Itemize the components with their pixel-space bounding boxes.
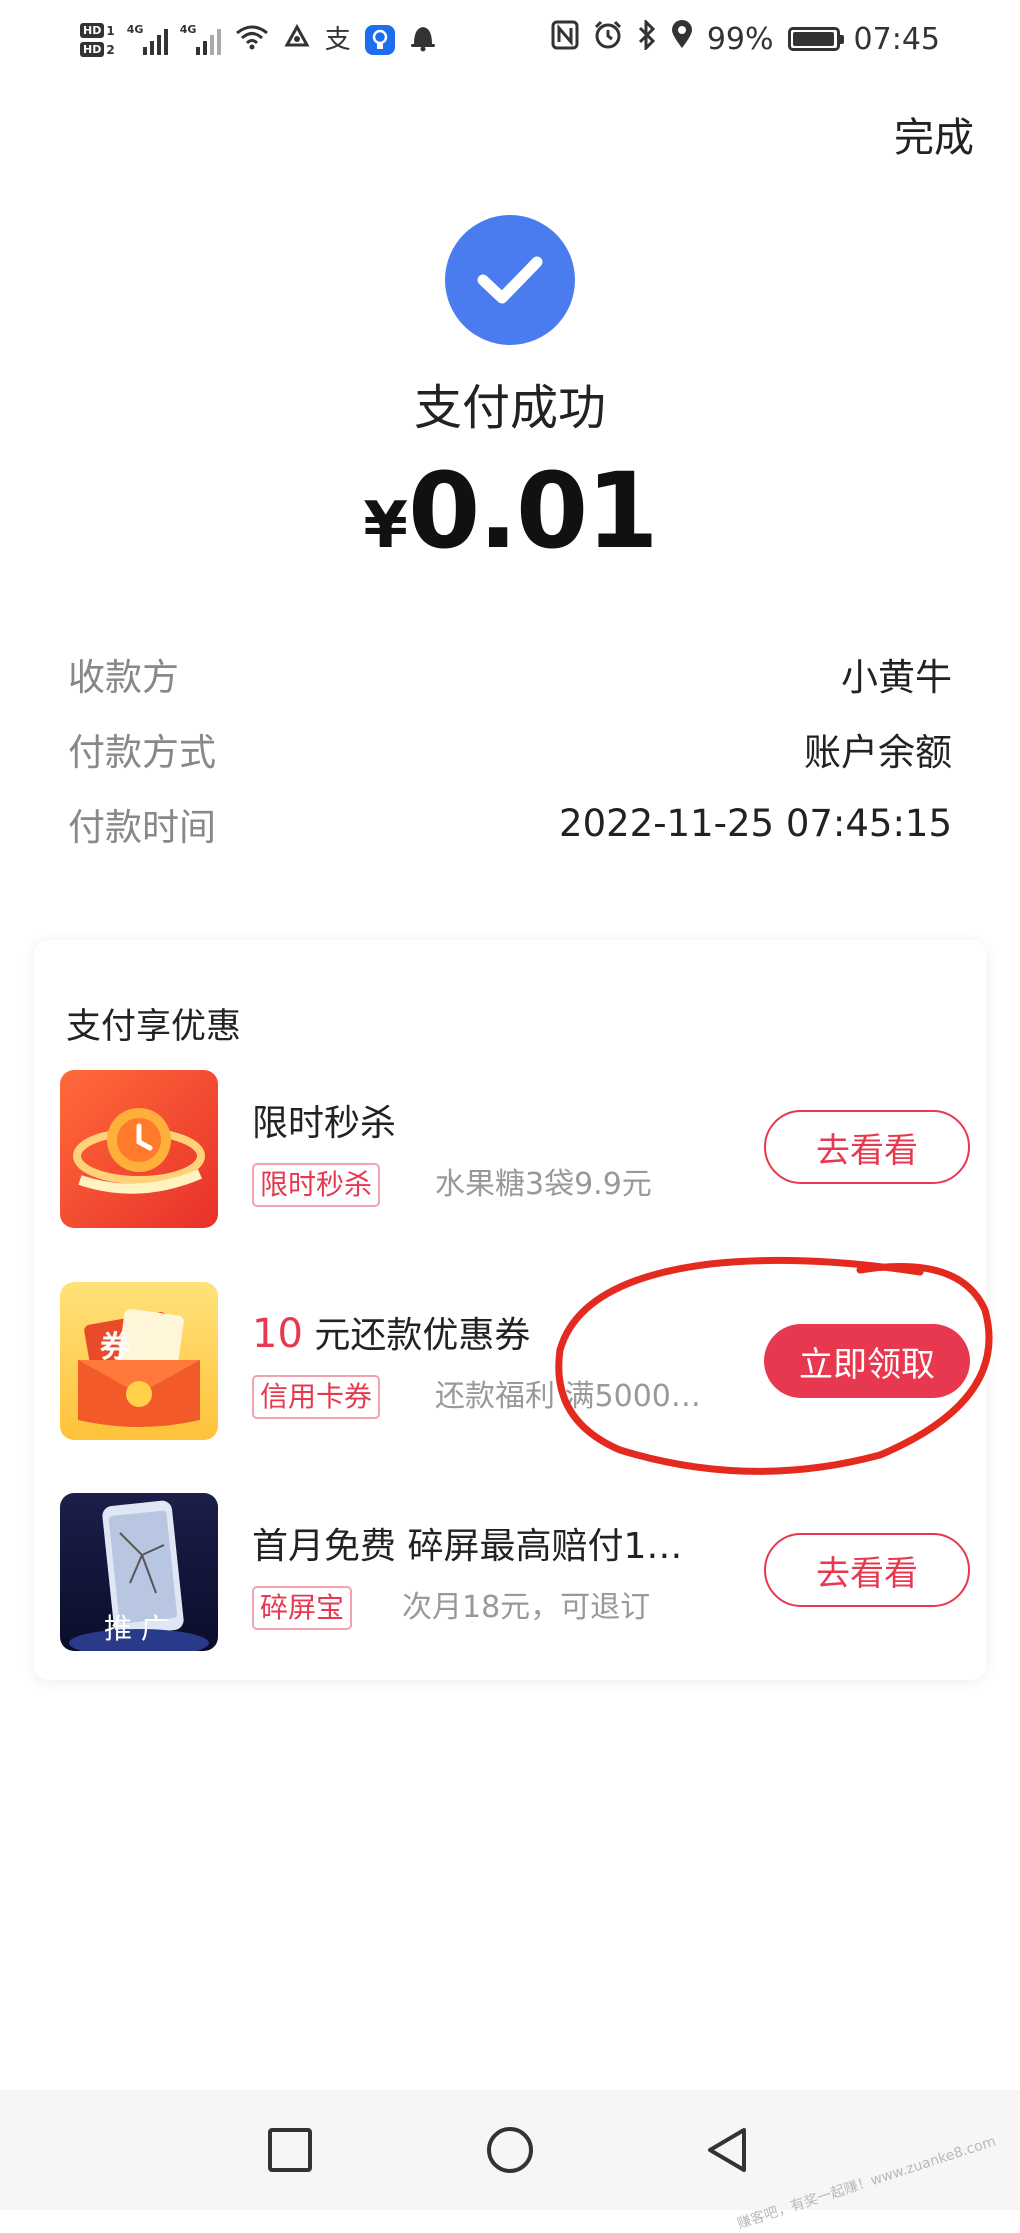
detail-label: 付款方式 [68,730,216,774]
claim-now-button[interactable]: 立即领取 [764,1324,970,1398]
light-bulb-icon [364,25,395,55]
amount-value: 0.01 [407,450,659,572]
alarm-icon [593,20,623,58]
coupon-glyph: 券 [100,1330,130,1365]
detail-label: 收款方 [68,655,179,699]
cracked-phone-thumb: 推 广 [60,1493,218,1651]
recent-apps-icon[interactable] [262,2122,318,2178]
promo-desc: 次月18元，可退订 [402,1590,651,1625]
system-nav-bar: 赚客吧，有奖一起赚！www.zuanke8.com [0,2090,1020,2232]
promo-desc: 水果糖3袋9.9元 [435,1167,652,1202]
payment-details: 收款方 小黄牛 付款方式 账户余额 付款时间 2022-11-25 07:45:… [68,636,952,861]
hd-badge: HD [80,23,105,38]
promo-desc: 还款福利 满5000… [435,1379,701,1414]
flash-sale-thumb [60,1070,218,1228]
bell-icon [409,22,437,59]
promo-item-flash-sale[interactable]: 限时秒杀 限时秒杀 水果糖3袋9.9元 去看看 [60,1070,970,1230]
detail-value: 2022-11-25 07:45:15 [559,802,952,845]
detail-value: 账户余额 [804,730,952,774]
done-button[interactable]: 完成 [894,105,974,163]
promo-item-name: 首月免费 碎屏最高赔付1… [252,1526,683,1567]
location-icon [671,20,693,58]
battery-percent: 99% [706,21,774,57]
wifi-icon [235,23,269,58]
currency-symbol: ¥ [363,489,408,563]
app-notification-icon [283,23,311,58]
nfc-icon [551,20,579,58]
status-bar: HD 1 HD 2 4G 4G 支 99% 07:45 [0,0,1020,80]
promo-tag: 信用卡券 [252,1375,381,1419]
detail-row-payee: 收款方 小黄牛 [68,636,952,711]
signal-icon: 4G [127,23,168,55]
promo-item-repayment-coupon[interactable]: 券 10 元还款优惠券 信用卡券 还款福利 满5000… 立即领取 [60,1282,970,1442]
promo-item-screen-insurance[interactable]: 推 广 首月免费 碎屏最高赔付1… 碎屏宝 次月18元，可退订 去看看 [60,1493,970,1653]
check-icon [445,215,575,345]
clock: 07:45 [853,21,940,57]
watermark: 赚客吧，有奖一起赚！www.zuanke8.com [735,2133,999,2233]
go-see-button[interactable]: 去看看 [764,1533,970,1607]
promo-item-name: 限时秒杀 [252,1103,397,1144]
detail-row-method: 付款方式 账户余额 [68,711,952,786]
detail-label: 付款时间 [68,805,216,849]
payment-status-title: 支付成功 [413,380,606,436]
promo-tag: 限时秒杀 [252,1163,381,1207]
payment-amount: ¥0.01 [0,450,1020,572]
home-icon[interactable] [482,2122,538,2178]
promo-card-title: 支付享优惠 [66,1007,242,1047]
back-icon[interactable] [700,2122,756,2178]
promo-card: 支付享优惠 限时秒杀 限时秒杀 水果糖3袋9.9元 去看看 券 10 元还款优惠… [34,940,986,1680]
promo-item-name: 10 元还款优惠券 [252,1311,531,1357]
detail-value: 小黄牛 [841,655,952,699]
bluetooth-icon [637,18,657,58]
detail-row-time: 付款时间 2022-11-25 07:45:15 [68,786,952,861]
battery-icon [787,27,844,51]
hd-badge: HD [80,42,105,57]
go-see-button[interactable]: 去看看 [764,1110,970,1184]
alipay-icon: 支 [324,25,351,55]
coupon-amount: 10 [252,1311,303,1357]
ad-label: 推 广 [104,1612,169,1645]
dual-sim-indicator: HD 1 HD 2 [80,23,115,57]
promo-tag: 碎屏宝 [252,1586,353,1630]
coupon-envelope-thumb: 券 [60,1282,218,1440]
signal-icon: 4G [180,23,221,55]
